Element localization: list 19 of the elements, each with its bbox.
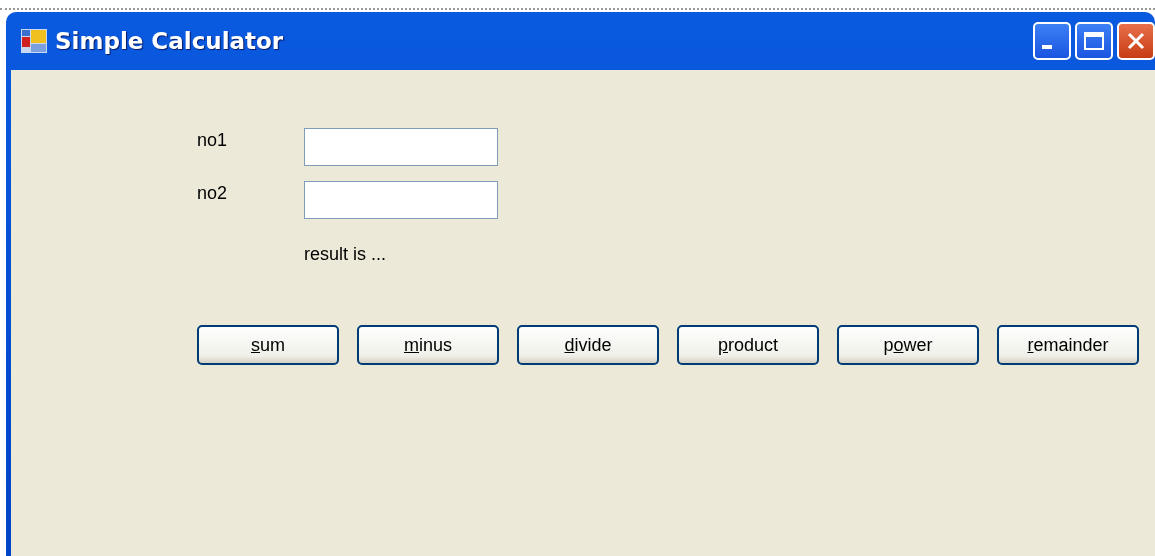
operation-button[interactable]: sum <box>197 325 339 365</box>
app-icon <box>21 29 47 53</box>
operation-button[interactable]: power <box>837 325 979 365</box>
operation-button[interactable]: remainder <box>997 325 1139 365</box>
number-input[interactable] <box>304 128 498 166</box>
result-label: result is ... <box>304 244 388 265</box>
operation-button[interactable]: minus <box>357 325 499 365</box>
maximize-button[interactable] <box>1075 22 1113 60</box>
minimize-button[interactable] <box>1033 22 1071 60</box>
operation-button[interactable]: divide <box>517 325 659 365</box>
close-button[interactable] <box>1117 22 1155 60</box>
maximize-icon <box>1083 31 1105 51</box>
field-label: no1 <box>197 129 229 151</box>
close-icon <box>1125 30 1147 52</box>
field-label: no2 <box>197 182 229 204</box>
number-input[interactable] <box>304 181 498 219</box>
window-title: Simple Calculator <box>55 28 285 54</box>
minimize-icon <box>1042 45 1052 49</box>
operation-button[interactable]: product <box>677 325 819 365</box>
